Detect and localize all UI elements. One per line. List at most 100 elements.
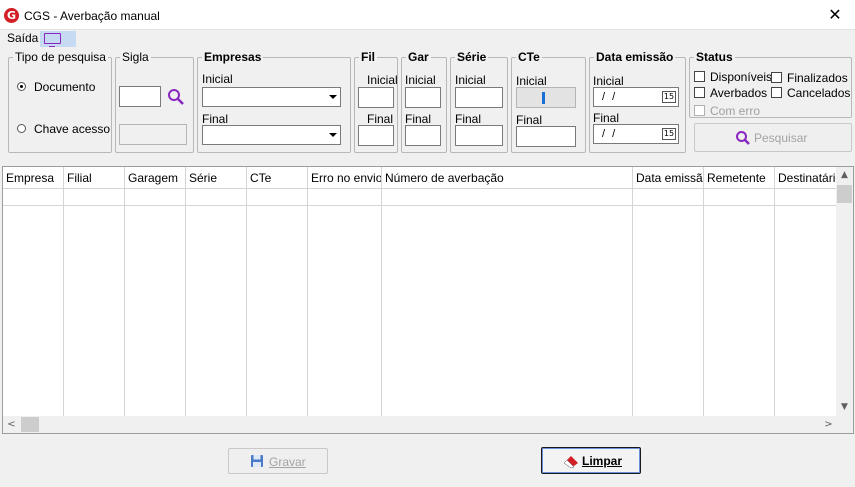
search-icon: [736, 131, 750, 145]
data-inicial-label: Inicial: [593, 74, 624, 88]
checkbox-finalizados-label[interactable]: Finalizados: [787, 71, 848, 85]
checkbox-com-erro-label[interactable]: Com erro: [710, 104, 760, 118]
menu-saida[interactable]: Saída: [2, 30, 43, 47]
empresas-final-label: Final: [202, 112, 229, 126]
pesquisar-button-label: Pesquisar: [754, 131, 808, 145]
serie-final-input[interactable]: [455, 125, 503, 146]
eraser-icon: [563, 456, 578, 469]
data-final-label: Final: [593, 111, 620, 125]
cte-final-input[interactable]: [516, 126, 576, 147]
radio-documento[interactable]: [17, 82, 26, 91]
data-final-value: / /: [602, 128, 618, 140]
calendar-icon[interactable]: 15: [662, 128, 676, 140]
column-divider: [703, 189, 704, 416]
column-divider: [124, 189, 125, 416]
grid-header: Empresa Filial Garagem Série CTe Erro no…: [3, 167, 837, 189]
data-final-picker[interactable]: / / 15: [593, 124, 679, 144]
chevron-down-icon: [329, 95, 337, 99]
fil-final-input[interactable]: [358, 125, 394, 146]
gar-inicial-input[interactable]: [405, 87, 441, 108]
gar-final-label: Final: [405, 112, 432, 126]
column-header[interactable]: Garagem: [125, 167, 186, 189]
tipo-pesquisa-group: Tipo de pesquisa: [8, 50, 112, 153]
search-icon[interactable]: [167, 88, 185, 106]
gar-legend: Gar: [408, 50, 429, 64]
empresa-inicial-select[interactable]: [202, 87, 341, 107]
column-header[interactable]: Remetente: [704, 167, 775, 189]
cte-legend: CTe: [518, 50, 540, 64]
column-divider: [381, 189, 382, 416]
checkbox-disponiveis[interactable]: [694, 71, 705, 82]
checkbox-finalizados[interactable]: [771, 72, 782, 83]
checkbox-averbados[interactable]: [694, 87, 705, 98]
cte-inicial-input[interactable]: [516, 87, 576, 108]
menu-bar: Saída: [0, 30, 855, 47]
app-logo-icon: G: [4, 8, 19, 23]
column-divider: [307, 189, 308, 416]
column-header[interactable]: Série: [186, 167, 247, 189]
vertical-scrollbar[interactable]: ▲ ▼: [836, 167, 853, 416]
checkbox-cancelados[interactable]: [771, 87, 782, 98]
radio-documento-label[interactable]: Documento: [34, 80, 95, 94]
empresas-inicial-label: Inicial: [202, 72, 233, 86]
data-inicial-picker[interactable]: / / 15: [593, 87, 679, 107]
cte-final-label: Final: [516, 113, 543, 127]
radio-chave-acesso-label[interactable]: Chave acesso: [34, 122, 110, 136]
column-divider: [185, 189, 186, 416]
checkbox-cancelados-label[interactable]: Cancelados: [787, 86, 850, 100]
scroll-up-icon[interactable]: ▲: [836, 167, 853, 184]
column-header[interactable]: Filial: [64, 167, 125, 189]
checkbox-averbados-label[interactable]: Averbados: [710, 86, 767, 100]
limpar-button-text: Limpar: [582, 454, 623, 468]
fil-final-label: Final: [367, 112, 394, 126]
gravar-button-text: Gravar: [269, 455, 306, 469]
tipo-pesquisa-legend: Tipo de pesquisa: [15, 50, 106, 64]
save-icon: [251, 455, 263, 467]
column-divider: [774, 189, 775, 416]
gar-inicial-label: Inicial: [405, 73, 436, 87]
table-row[interactable]: [3, 189, 837, 206]
scroll-right-icon[interactable]: >: [820, 416, 837, 433]
text-caret: [542, 92, 545, 104]
fil-inicial-input[interactable]: [358, 87, 394, 108]
gravar-button-label: Gravar: [269, 455, 306, 469]
title-bar: G CGS - Averbação manual ✕: [0, 0, 855, 30]
sigla-input[interactable]: [119, 86, 161, 107]
window-title: CGS - Averbação manual: [24, 9, 160, 23]
column-header[interactable]: Destinatário: [775, 167, 837, 189]
limpar-button[interactable]: Limpar: [541, 447, 641, 474]
column-header[interactable]: Data emissão: [633, 167, 704, 189]
empresas-legend: Empresas: [204, 50, 262, 64]
checkbox-com-erro[interactable]: [694, 105, 705, 116]
column-header[interactable]: Empresa: [3, 167, 64, 189]
status-legend: Status: [696, 50, 733, 64]
close-button[interactable]: ✕: [815, 0, 855, 30]
column-header[interactable]: Número de averbação: [382, 167, 633, 189]
gar-final-input[interactable]: [405, 125, 441, 146]
radio-chave-acesso[interactable]: [17, 124, 26, 133]
checkbox-disponiveis-label[interactable]: Disponíveis: [710, 70, 772, 84]
fil-legend: Fil: [361, 50, 375, 64]
data-inicial-value: / /: [602, 91, 618, 103]
scroll-down-icon[interactable]: ▼: [836, 399, 853, 416]
sigla-legend: Sigla: [122, 50, 149, 64]
serie-inicial-label: Inicial: [455, 73, 486, 87]
column-header[interactable]: CTe: [247, 167, 308, 189]
data-emissao-legend: Data emissão: [596, 50, 674, 64]
column-header[interactable]: Erro no envio: [308, 167, 382, 189]
monitor-icon[interactable]: [40, 31, 76, 47]
serie-inicial-input[interactable]: [455, 87, 503, 108]
averbacao-grid[interactable]: Empresa Filial Garagem Série CTe Erro no…: [2, 166, 854, 434]
column-divider: [246, 189, 247, 416]
gravar-button[interactable]: Gravar: [228, 448, 328, 474]
chevron-down-icon: [329, 133, 337, 137]
pesquisar-button[interactable]: Pesquisar: [694, 123, 852, 152]
scroll-left-icon[interactable]: <: [3, 416, 20, 433]
horizontal-scrollbar[interactable]: < >: [3, 416, 837, 433]
calendar-icon[interactable]: 15: [662, 91, 676, 103]
limpar-button-label: Limpar: [582, 454, 622, 468]
scroll-thumb[interactable]: [837, 185, 852, 203]
empresa-final-select[interactable]: [202, 125, 341, 145]
scroll-thumb[interactable]: [21, 417, 39, 432]
scrollbar-corner: [836, 416, 853, 433]
